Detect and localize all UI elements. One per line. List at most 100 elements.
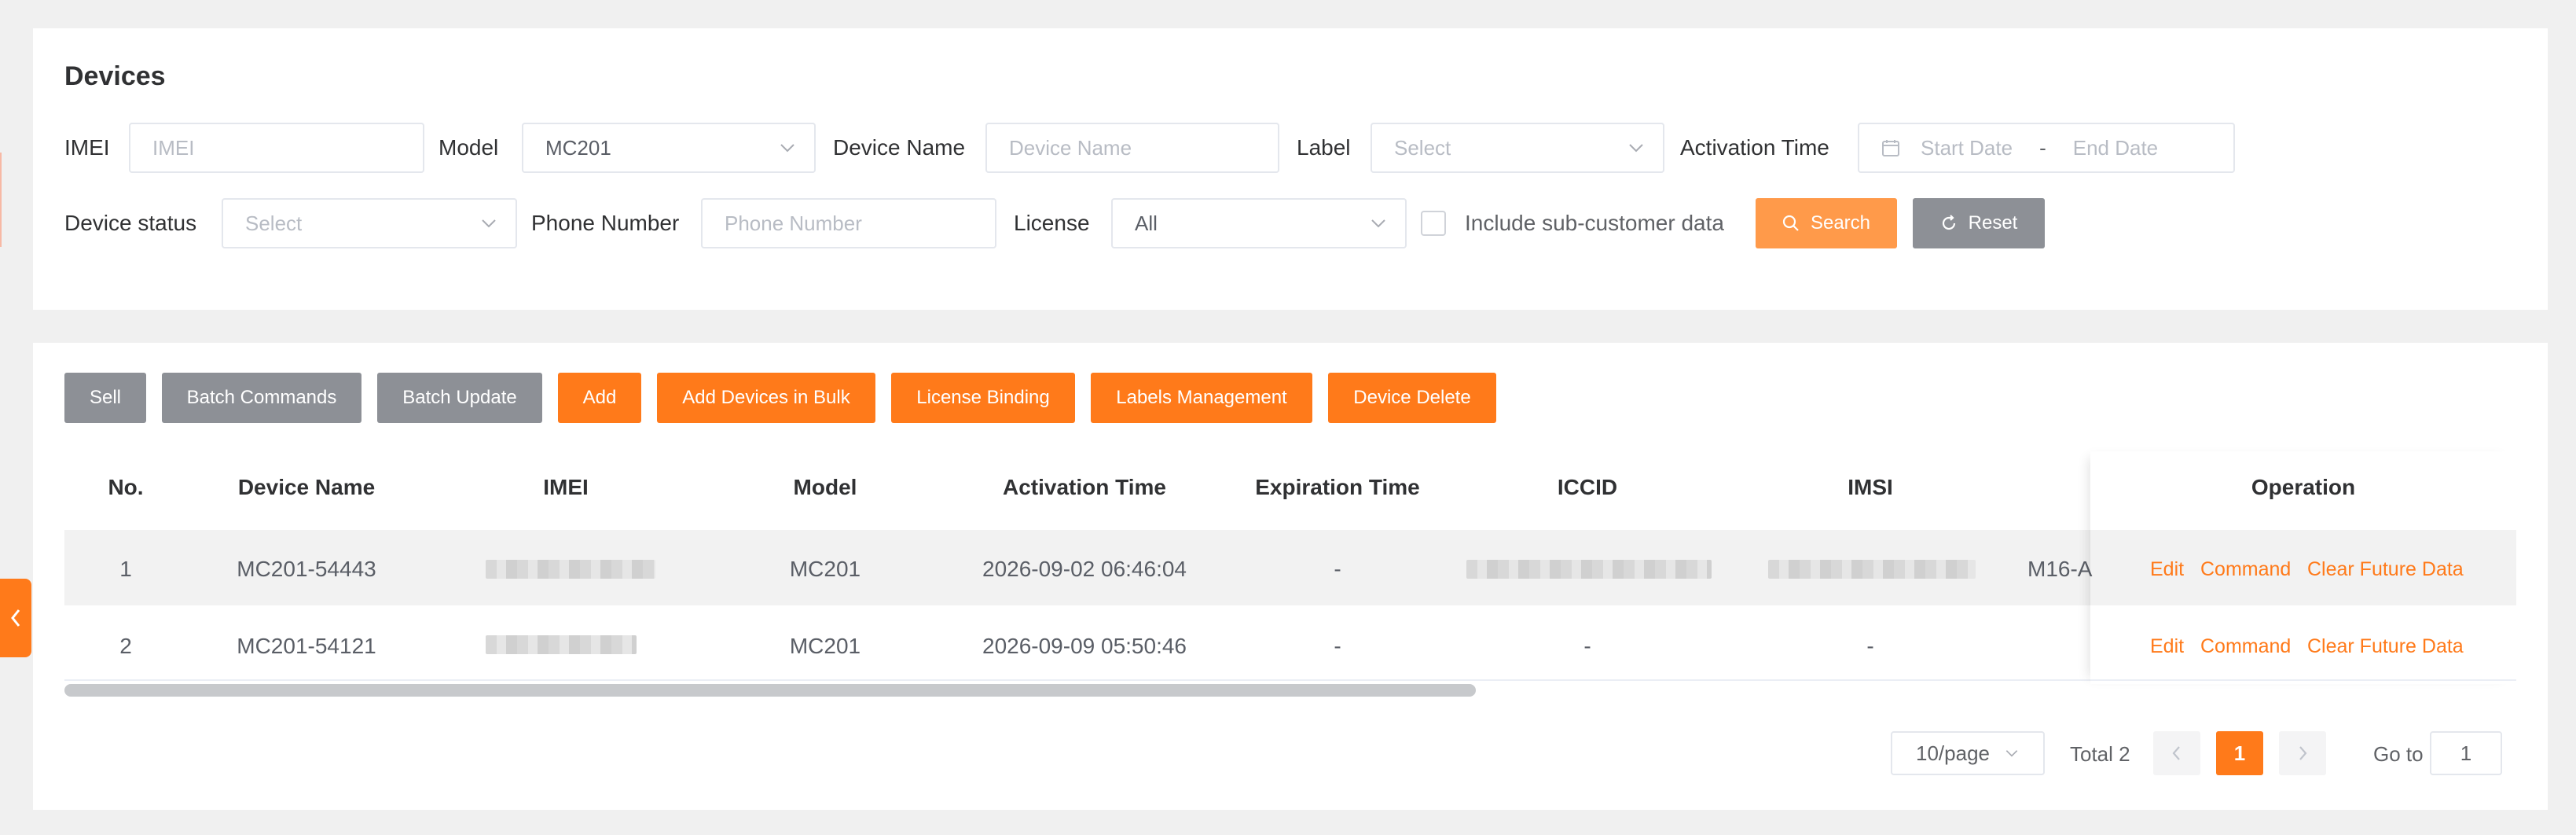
col-header-expiration-time: Expiration Time	[1255, 475, 1420, 499]
col-header-device-name: Device Name	[237, 475, 376, 499]
edit-link[interactable]: Edit	[2150, 635, 2184, 658]
model-label: Model	[439, 135, 499, 160]
add-bulk-label: Add Devices in Bulk	[682, 387, 850, 408]
label-select[interactable]: Select	[1371, 123, 1664, 173]
page-size-select[interactable]: 10/page	[1891, 731, 2045, 775]
device-name-input[interactable]: Device Name	[985, 123, 1279, 173]
col-header-imsi: IMSI	[1848, 475, 1893, 499]
cell-model: MC201	[789, 557, 861, 581]
search-button[interactable]: Search	[1756, 198, 1897, 248]
phone-number-input[interactable]: Phone Number	[701, 198, 996, 248]
col-header-iccid: ICCID	[1557, 475, 1618, 499]
imei-input[interactable]: IMEI	[129, 123, 424, 173]
command-link[interactable]: Command	[2200, 635, 2291, 658]
cell-iccid-redacted	[1466, 560, 1712, 579]
page-number-current[interactable]: 1	[2216, 731, 2263, 775]
chevron-right-icon	[2299, 746, 2307, 760]
page-title: Devices	[64, 61, 166, 91]
sidebar-toggle-tab[interactable]	[0, 579, 31, 657]
license-label: License	[1014, 211, 1090, 235]
edit-link[interactable]: Edit	[2150, 558, 2184, 581]
phone-number-label: Phone Number	[531, 211, 680, 235]
goto-page-value: 1	[2460, 741, 2472, 765]
cell-activation-time: 2026-09-02 06:46:04	[982, 557, 1187, 581]
chevron-left-icon	[2172, 746, 2180, 760]
include-sub-checkbox[interactable]	[1421, 211, 1446, 236]
next-page-button[interactable]	[2279, 731, 2326, 775]
cell-imei-redacted	[486, 635, 637, 654]
date-separator: -	[2039, 135, 2046, 160]
model-value: MC201	[545, 135, 611, 160]
chevron-down-icon	[1371, 219, 1385, 228]
license-binding-button[interactable]: License Binding	[891, 373, 1075, 423]
model-select[interactable]: MC201	[522, 123, 816, 173]
filter-panel: Devices IMEI IMEI Model MC201 Device Nam…	[33, 28, 2548, 310]
pagination-total: Total 2	[2070, 742, 2130, 766]
page-size-value: 10/page	[1916, 741, 1990, 765]
col-header-activation-time: Activation Time	[1003, 475, 1166, 499]
cell-imsi-redacted	[1768, 560, 1976, 579]
chevron-left-icon	[11, 609, 20, 627]
batch-commands-label: Batch Commands	[186, 387, 337, 408]
add-button[interactable]: Add	[558, 373, 641, 423]
labels-management-label: Labels Management	[1116, 387, 1287, 408]
search-icon	[1782, 215, 1799, 231]
phone-number-placeholder: Phone Number	[725, 211, 862, 235]
device-status-select[interactable]: Select	[222, 198, 517, 248]
device-delete-button[interactable]: Device Delete	[1328, 373, 1496, 423]
command-link[interactable]: Command	[2200, 558, 2291, 581]
license-select[interactable]: All	[1111, 198, 1407, 248]
sell-button[interactable]: Sell	[64, 373, 146, 423]
reset-button-label: Reset	[1968, 212, 2018, 234]
table-horizontal-scrollbar[interactable]	[64, 684, 1476, 697]
activation-date-range[interactable]: Start Date - End Date	[1858, 123, 2235, 173]
col-header-no: No.	[108, 475, 144, 499]
imei-label: IMEI	[64, 135, 110, 160]
labels-management-button[interactable]: Labels Management	[1091, 373, 1312, 423]
cell-imei-redacted	[486, 560, 655, 579]
cell-iccid: -	[1583, 634, 1591, 658]
license-value: All	[1135, 211, 1158, 235]
reset-icon	[1942, 215, 1955, 230]
cell-no: 2	[119, 634, 132, 658]
side-edge-accent	[0, 153, 2, 247]
col-header-model: Model	[793, 475, 857, 499]
cell-no: 1	[119, 557, 132, 581]
prev-page-button[interactable]	[2153, 731, 2200, 775]
search-button-label: Search	[1810, 212, 1871, 234]
clear-future-data-link[interactable]: Clear Future Data	[2307, 558, 2464, 581]
device-status-label: Device status	[64, 211, 197, 235]
cell-activation-time: 2026-09-09 05:50:46	[982, 634, 1187, 658]
activation-time-label: Activation Time	[1680, 135, 1829, 160]
add-button-label: Add	[582, 387, 617, 408]
device-delete-label: Device Delete	[1353, 387, 1471, 408]
label-placeholder: Select	[1394, 135, 1451, 160]
cell-imsi: -	[1866, 634, 1874, 658]
device-name-label: Device Name	[833, 135, 966, 160]
calendar-icon	[1882, 140, 1899, 156]
device-name-placeholder: Device Name	[1009, 135, 1132, 160]
include-sub-label[interactable]: Include sub-customer data	[1465, 211, 1724, 236]
chevron-down-icon	[1629, 144, 1643, 153]
goto-page-input[interactable]: 1	[2430, 731, 2502, 775]
batch-commands-button[interactable]: Batch Commands	[162, 373, 361, 423]
reset-button[interactable]: Reset	[1913, 198, 2045, 248]
cell-model: MC201	[789, 634, 861, 658]
batch-update-label: Batch Update	[402, 387, 517, 408]
cell-extra-truncated: M16-A	[2027, 557, 2093, 581]
label-filter-label: Label	[1297, 135, 1351, 160]
sell-button-label: Sell	[89, 387, 122, 408]
start-date-placeholder[interactable]: Start Date	[1921, 136, 2013, 160]
end-date-placeholder[interactable]: End Date	[2073, 136, 2158, 160]
cell-device-name: MC201-54121	[237, 634, 376, 658]
cell-expiration-time: -	[1334, 634, 1341, 658]
chevron-down-icon	[482, 219, 496, 228]
add-bulk-button[interactable]: Add Devices in Bulk	[657, 373, 875, 423]
cell-expiration-time: -	[1334, 557, 1341, 581]
clear-future-data-link[interactable]: Clear Future Data	[2307, 635, 2464, 658]
chevron-down-icon	[780, 144, 794, 153]
imei-placeholder: IMEI	[152, 135, 195, 160]
col-header-imei: IMEI	[543, 475, 589, 499]
device-status-placeholder: Select	[245, 211, 303, 235]
batch-update-button[interactable]: Batch Update	[377, 373, 542, 423]
